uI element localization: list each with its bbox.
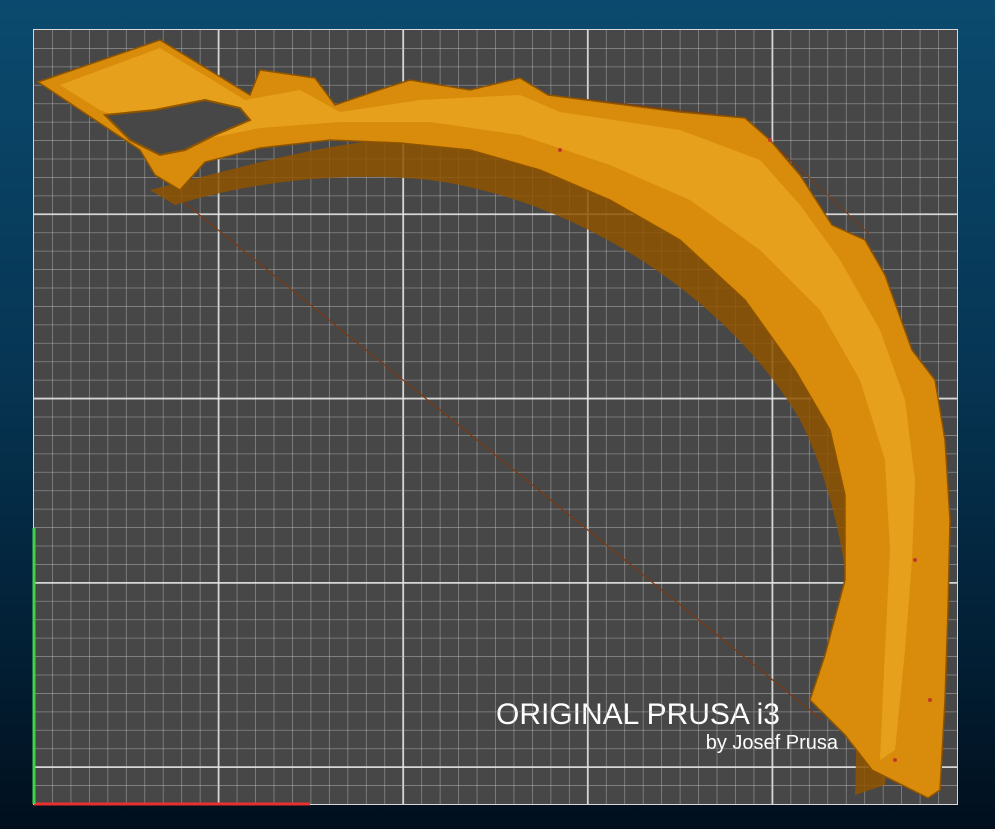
gcode-preview-scene[interactable] [0, 0, 995, 829]
3d-viewport[interactable]: ORIGINAL PRUSA i3 by Josef Prusa [0, 0, 995, 829]
